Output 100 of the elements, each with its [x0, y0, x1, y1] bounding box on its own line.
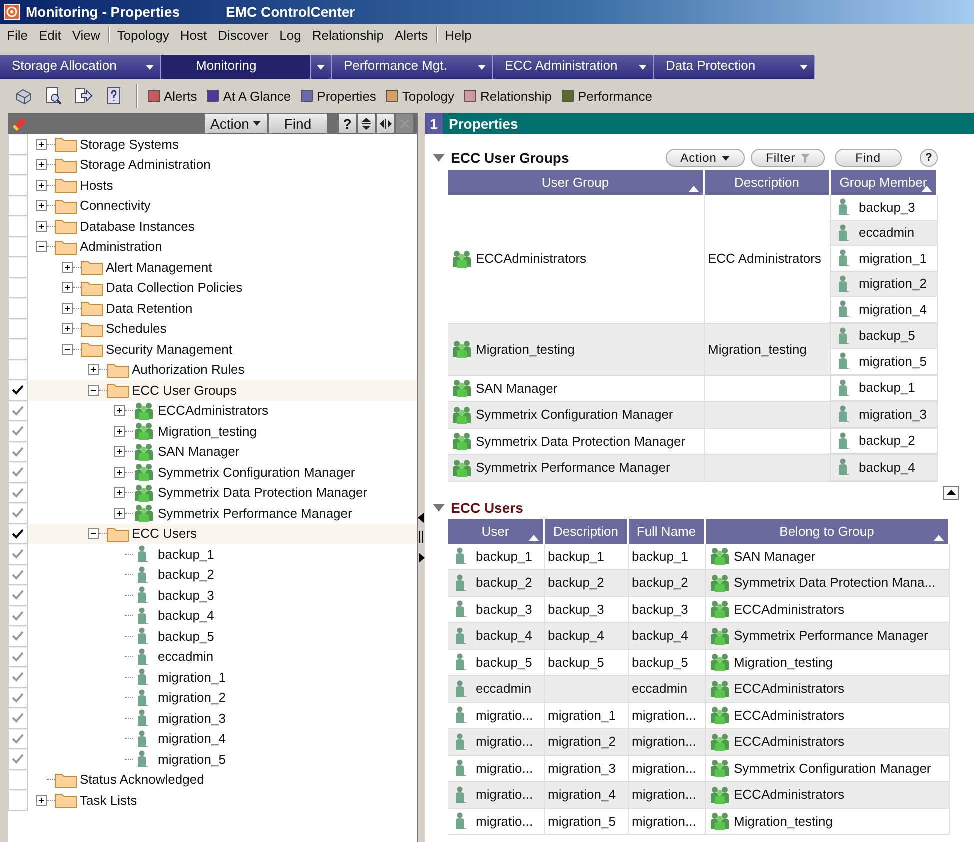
checkbox[interactable]	[8, 708, 28, 728]
checkbox[interactable]	[8, 564, 28, 585]
expander[interactable]	[114, 487, 125, 498]
expander[interactable]	[88, 384, 99, 396]
tree-item[interactable]: migration_5	[158, 752, 226, 767]
tree-item[interactable]: Status Acknowledged	[80, 772, 204, 788]
checkbox[interactable]	[8, 216, 28, 236]
view-button[interactable]: Alerts	[148, 88, 198, 104]
tree-item[interactable]: Authorization Rules	[132, 362, 245, 378]
view-button[interactable]: Topology	[386, 88, 454, 104]
checkbox[interactable]	[8, 606, 28, 626]
checkbox[interactable]	[8, 667, 28, 688]
expander[interactable]	[36, 241, 47, 252]
checkbox[interactable]	[8, 482, 28, 503]
tree-item[interactable]: backup_1	[158, 546, 214, 562]
nav-tab[interactable]: Monitoring	[161, 55, 311, 79]
checkbox[interactable]	[8, 196, 28, 216]
checkbox[interactable]	[8, 360, 28, 380]
tree-item[interactable]: Symmetrix Performance Manager	[158, 506, 352, 521]
menu-item[interactable]: Alerts	[390, 28, 434, 42]
expander[interactable]	[62, 282, 73, 294]
view-button[interactable]: Relationship	[464, 88, 552, 104]
menu-item[interactable]: File	[2, 28, 34, 42]
menu-item[interactable]: Edit	[34, 28, 68, 42]
checkbox[interactable]	[8, 728, 28, 749]
tree-item[interactable]: Connectivity	[80, 198, 151, 214]
tree-item[interactable]: Data Retention	[106, 300, 193, 316]
column-header[interactable]: Full Name	[629, 518, 706, 544]
checkbox[interactable]	[8, 503, 28, 524]
expander[interactable]	[114, 405, 125, 416]
filter-button[interactable]: Filter	[750, 149, 825, 167]
checkbox[interactable]	[8, 339, 28, 360]
expander[interactable]	[114, 466, 125, 478]
column-header[interactable]: Belong to Group	[706, 518, 950, 544]
checkbox[interactable]	[8, 626, 28, 646]
checkbox[interactable]	[8, 421, 28, 442]
checkbox[interactable]	[8, 318, 28, 339]
action-button[interactable]: Action	[666, 149, 745, 167]
find-button[interactable]: Find	[269, 114, 327, 133]
checkbox[interactable]	[8, 462, 28, 482]
tree-item[interactable]: Administration	[80, 239, 162, 254]
column-header[interactable]: User	[448, 518, 545, 544]
horizontal-resize-button[interactable]	[377, 114, 394, 133]
column-header[interactable]: User Group	[448, 170, 705, 195]
column-header[interactable]: Description	[545, 518, 629, 544]
expander[interactable]	[62, 323, 73, 334]
tree-item[interactable]: Security Management	[106, 342, 232, 357]
tree-item[interactable]: migration_2	[158, 690, 226, 706]
help-button[interactable]: ?	[339, 114, 356, 133]
checkbox[interactable]	[8, 175, 28, 196]
tree-item[interactable]: backup_3	[158, 588, 214, 603]
menu-item[interactable]: Relationship	[307, 28, 390, 42]
expander[interactable]	[36, 220, 47, 232]
tree-item[interactable]: migration_4	[158, 731, 226, 746]
checkbox[interactable]	[8, 236, 28, 257]
view-button[interactable]: Properties	[301, 88, 376, 104]
checkbox[interactable]	[8, 442, 28, 462]
tree-item[interactable]: Storage Administration	[80, 157, 211, 172]
checkbox[interactable]	[8, 134, 28, 154]
expander[interactable]	[36, 138, 47, 150]
tree-item[interactable]: backup_2	[158, 567, 214, 582]
checkbox[interactable]	[8, 688, 28, 708]
expander[interactable]	[62, 302, 73, 314]
expander[interactable]	[36, 200, 47, 212]
checkbox[interactable]	[8, 380, 28, 400]
tree-item[interactable]: Migration_testing	[158, 424, 257, 439]
menu-item[interactable]: Help	[440, 28, 478, 42]
expander[interactable]	[114, 446, 125, 458]
tree-item[interactable]: Schedules	[106, 321, 167, 336]
tree-item[interactable]: eccadmin	[158, 649, 214, 664]
expander[interactable]	[88, 364, 99, 376]
checkbox[interactable]	[8, 749, 28, 770]
scroll-up-button[interactable]	[943, 486, 959, 500]
checkbox[interactable]	[8, 770, 28, 790]
menu-item[interactable]: Host	[175, 28, 214, 42]
export-icon[interactable]	[74, 86, 94, 106]
tree-item[interactable]: SAN Manager	[158, 444, 240, 460]
tree-item[interactable]: ECC User Groups	[132, 382, 237, 398]
expander[interactable]	[36, 159, 47, 170]
checkbox[interactable]	[8, 585, 28, 606]
checkbox[interactable]	[8, 298, 28, 318]
column-header[interactable]: Description	[705, 170, 831, 195]
expander[interactable]	[62, 262, 73, 273]
expander[interactable]	[114, 426, 125, 437]
menu-item[interactable]: Discover	[213, 28, 275, 42]
tree-item[interactable]: ECCAdministrators	[158, 403, 269, 418]
expander[interactable]	[36, 794, 47, 806]
action-button[interactable]: Action	[205, 114, 267, 133]
tree-item[interactable]: Database Instances	[80, 218, 195, 234]
vertical-resize-button[interactable]	[358, 114, 375, 133]
tree-item[interactable]: Task Lists	[80, 792, 138, 808]
tree-item[interactable]: Symmetrix Configuration Manager	[158, 464, 356, 480]
view-button[interactable]: Performance	[562, 88, 652, 104]
tree-item[interactable]: Data Collection Policies	[106, 280, 243, 296]
expander[interactable]	[114, 508, 125, 519]
expander[interactable]	[36, 180, 47, 191]
tree-item[interactable]: Storage Systems	[80, 136, 179, 152]
checkbox[interactable]	[8, 400, 28, 421]
checkbox[interactable]	[8, 278, 28, 298]
expander[interactable]	[62, 344, 73, 355]
